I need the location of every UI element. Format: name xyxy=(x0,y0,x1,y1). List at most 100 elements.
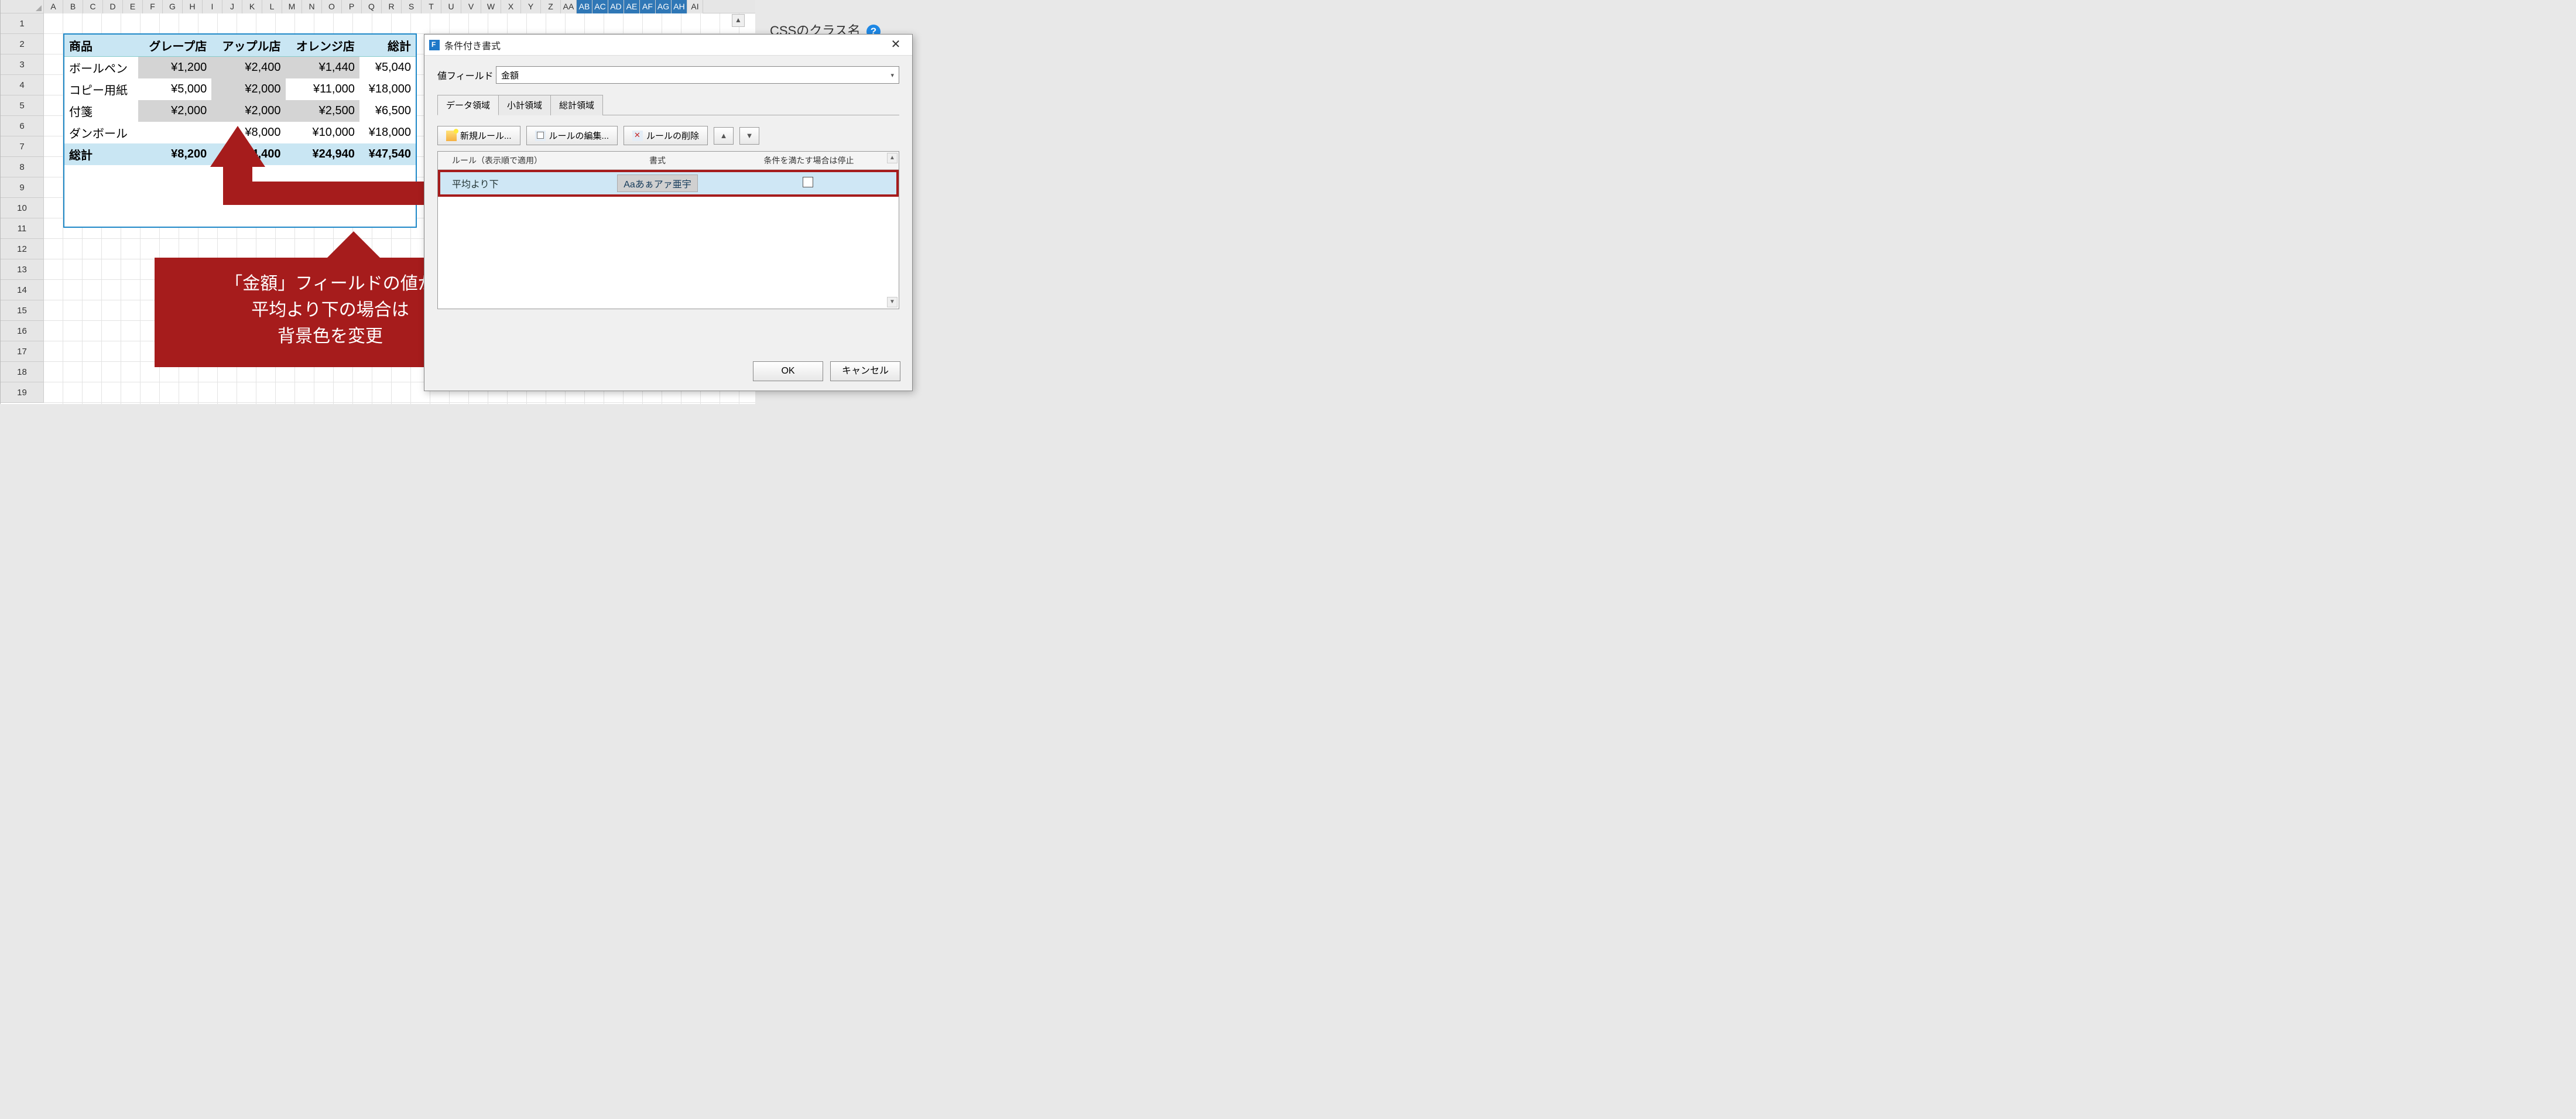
pivot-cell[interactable]: ¥6,500 xyxy=(359,100,416,122)
row-header-17[interactable]: 17 xyxy=(1,341,44,362)
column-header-R[interactable]: R xyxy=(382,0,402,13)
edit-rule-button[interactable]: ルールの編集... xyxy=(526,126,618,145)
pivot-cell[interactable]: ¥2,000 xyxy=(138,100,211,122)
cancel-button[interactable]: キャンセル xyxy=(830,361,900,381)
pivot-cell[interactable]: ¥2,500 xyxy=(286,100,359,122)
column-header-F[interactable]: F xyxy=(143,0,163,13)
scroll-up-button[interactable]: ▲ xyxy=(732,14,745,27)
row-header-14[interactable]: 14 xyxy=(1,280,44,300)
row-header-18[interactable]: 18 xyxy=(1,362,44,382)
delete-rule-button[interactable]: ルールの削除 xyxy=(624,126,708,145)
column-header-Q[interactable]: Q xyxy=(362,0,382,13)
pivot-cell[interactable] xyxy=(138,122,211,143)
pivot-cell[interactable]: ¥2,400 xyxy=(211,57,285,79)
pivot-row-label[interactable]: 付箋 xyxy=(64,100,138,122)
column-header-N[interactable]: N xyxy=(302,0,322,13)
column-header-P[interactable]: P xyxy=(342,0,362,13)
column-header-AE[interactable]: AE xyxy=(624,0,640,13)
select-all-corner[interactable] xyxy=(1,0,44,13)
column-header-AF[interactable]: AF xyxy=(640,0,656,13)
row-header-5[interactable]: 5 xyxy=(1,95,44,116)
pivot-header[interactable]: グレープ店 xyxy=(138,35,211,57)
close-button[interactable]: ✕ xyxy=(884,36,907,54)
pivot-cell[interactable]: ¥18,000 xyxy=(359,78,416,100)
pivot-row-label[interactable]: コピー用紙 xyxy=(64,78,138,100)
tab-1[interactable]: 小計領域 xyxy=(498,95,551,115)
pivot-row-label[interactable]: ダンボール xyxy=(64,122,138,143)
column-header-AB[interactable]: AB xyxy=(577,0,592,13)
rule-stop-checkbox[interactable] xyxy=(803,177,813,187)
row-header-1[interactable]: 1 xyxy=(1,13,44,34)
column-header-V[interactable]: V xyxy=(461,0,481,13)
column-header-E[interactable]: E xyxy=(123,0,143,13)
column-header-T[interactable]: T xyxy=(422,0,441,13)
ok-button[interactable]: OK xyxy=(753,361,823,381)
row-header-13[interactable]: 13 xyxy=(1,259,44,280)
value-field-select[interactable]: 金額 ▾ xyxy=(496,66,899,84)
pivot-cell[interactable]: ¥2,000 xyxy=(211,78,285,100)
row-header-7[interactable]: 7 xyxy=(1,136,44,157)
rules-scroll-down-icon[interactable]: ▼ xyxy=(887,297,898,307)
column-header-AG[interactable]: AG xyxy=(656,0,672,13)
column-header-AA[interactable]: AA xyxy=(561,0,577,13)
pivot-header[interactable]: オレンジ店 xyxy=(286,35,359,57)
pivot-cell[interactable]: ¥2,000 xyxy=(211,100,285,122)
column-header-M[interactable]: M xyxy=(282,0,302,13)
column-header-U[interactable]: U xyxy=(441,0,461,13)
column-header-AH[interactable]: AH xyxy=(672,0,687,13)
row-header-9[interactable]: 9 xyxy=(1,177,44,198)
row-header-12[interactable]: 12 xyxy=(1,239,44,259)
column-header-AI[interactable]: AI xyxy=(687,0,703,13)
column-header-D[interactable]: D xyxy=(103,0,123,13)
move-rule-up-button[interactable]: ▲ xyxy=(714,127,734,145)
column-header-S[interactable]: S xyxy=(402,0,422,13)
column-header-B[interactable]: B xyxy=(63,0,83,13)
column-header-AC[interactable]: AC xyxy=(592,0,608,13)
column-header-J[interactable]: J xyxy=(222,0,242,13)
column-header-C[interactable]: C xyxy=(83,0,103,13)
column-header-Z[interactable]: Z xyxy=(541,0,561,13)
row-header-2[interactable]: 2 xyxy=(1,34,44,54)
row-header-8[interactable]: 8 xyxy=(1,157,44,177)
column-header-W[interactable]: W xyxy=(481,0,501,13)
pivot-cell[interactable]: ¥1,440 xyxy=(286,57,359,79)
pivot-cell[interactable]: ¥5,040 xyxy=(359,57,416,79)
row-header-3[interactable]: 3 xyxy=(1,54,44,75)
row-header-19[interactable]: 19 xyxy=(1,382,44,403)
pivot-header[interactable]: 総計 xyxy=(359,35,416,57)
row-header-11[interactable]: 11 xyxy=(1,218,44,239)
row-header-4[interactable]: 4 xyxy=(1,75,44,95)
column-header-K[interactable]: K xyxy=(242,0,262,13)
pivot-cell[interactable]: ¥11,000 xyxy=(286,78,359,100)
row-header-15[interactable]: 15 xyxy=(1,300,44,321)
column-header-L[interactable]: L xyxy=(262,0,282,13)
column-header-H[interactable]: H xyxy=(183,0,203,13)
move-rule-down-button[interactable]: ▼ xyxy=(739,127,759,145)
pivot-cell[interactable]: ¥5,000 xyxy=(138,78,211,100)
column-header-A[interactable]: A xyxy=(44,0,63,13)
new-rule-button[interactable]: 新規ルール... xyxy=(437,126,520,145)
column-header-AD[interactable]: AD xyxy=(608,0,624,13)
row-header-6[interactable]: 6 xyxy=(1,116,44,136)
rule-row[interactable]: 平均より下 Aaあぁアァ亜宇 xyxy=(438,170,899,197)
rules-scroll-up-icon[interactable]: ▲ xyxy=(887,153,898,163)
pivot-total-cell[interactable]: ¥24,940 xyxy=(286,143,359,165)
column-header-O[interactable]: O xyxy=(322,0,342,13)
pivot-total-cell[interactable]: ¥47,540 xyxy=(359,143,416,165)
pivot-cell[interactable]: ¥18,000 xyxy=(359,122,416,143)
pivot-total-cell[interactable]: ¥8,200 xyxy=(138,143,211,165)
pivot-total-label[interactable]: 総計 xyxy=(64,143,138,165)
row-header-10[interactable]: 10 xyxy=(1,198,44,218)
tab-2[interactable]: 総計領域 xyxy=(550,95,603,115)
pivot-header[interactable]: アップル店 xyxy=(211,35,285,57)
column-header-G[interactable]: G xyxy=(163,0,183,13)
pivot-cell[interactable]: ¥10,000 xyxy=(286,122,359,143)
row-header-16[interactable]: 16 xyxy=(1,321,44,341)
pivot-row-label[interactable]: ボールペン xyxy=(64,57,138,79)
column-header-X[interactable]: X xyxy=(501,0,521,13)
pivot-header[interactable]: 商品 xyxy=(64,35,138,57)
tab-0[interactable]: データ領域 xyxy=(437,95,499,115)
column-header-I[interactable]: I xyxy=(203,0,222,13)
pivot-cell[interactable]: ¥1,200 xyxy=(138,57,211,79)
column-header-Y[interactable]: Y xyxy=(521,0,541,13)
